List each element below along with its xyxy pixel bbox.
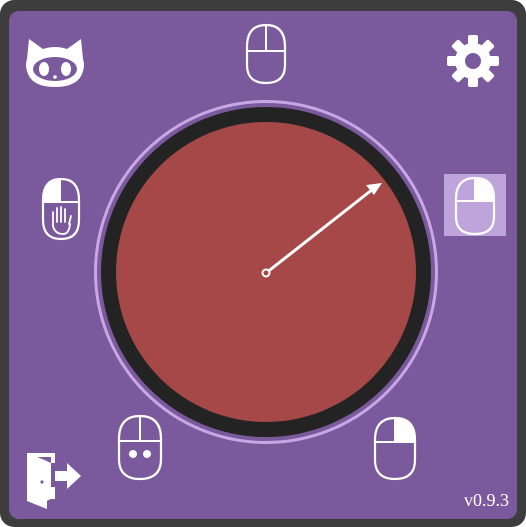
mouse-face-icon[interactable]: [115, 413, 165, 483]
github-cat-icon[interactable]: [23, 35, 87, 89]
mouse-right-button-icon[interactable]: [371, 415, 419, 483]
main-panel: v0.9.3: [9, 11, 517, 519]
app-frame: v0.9.3: [0, 0, 526, 527]
version-label: v0.9.3: [464, 490, 509, 510]
gear-icon[interactable]: [445, 33, 501, 89]
exit-door-icon[interactable]: [23, 449, 83, 509]
direction-pointer[interactable]: [116, 122, 416, 422]
mouse-left-click-grab-icon[interactable]: [39, 176, 83, 242]
mouse-top-icon[interactable]: [243, 21, 289, 87]
mouse-right-click-icon[interactable]: [452, 175, 498, 237]
